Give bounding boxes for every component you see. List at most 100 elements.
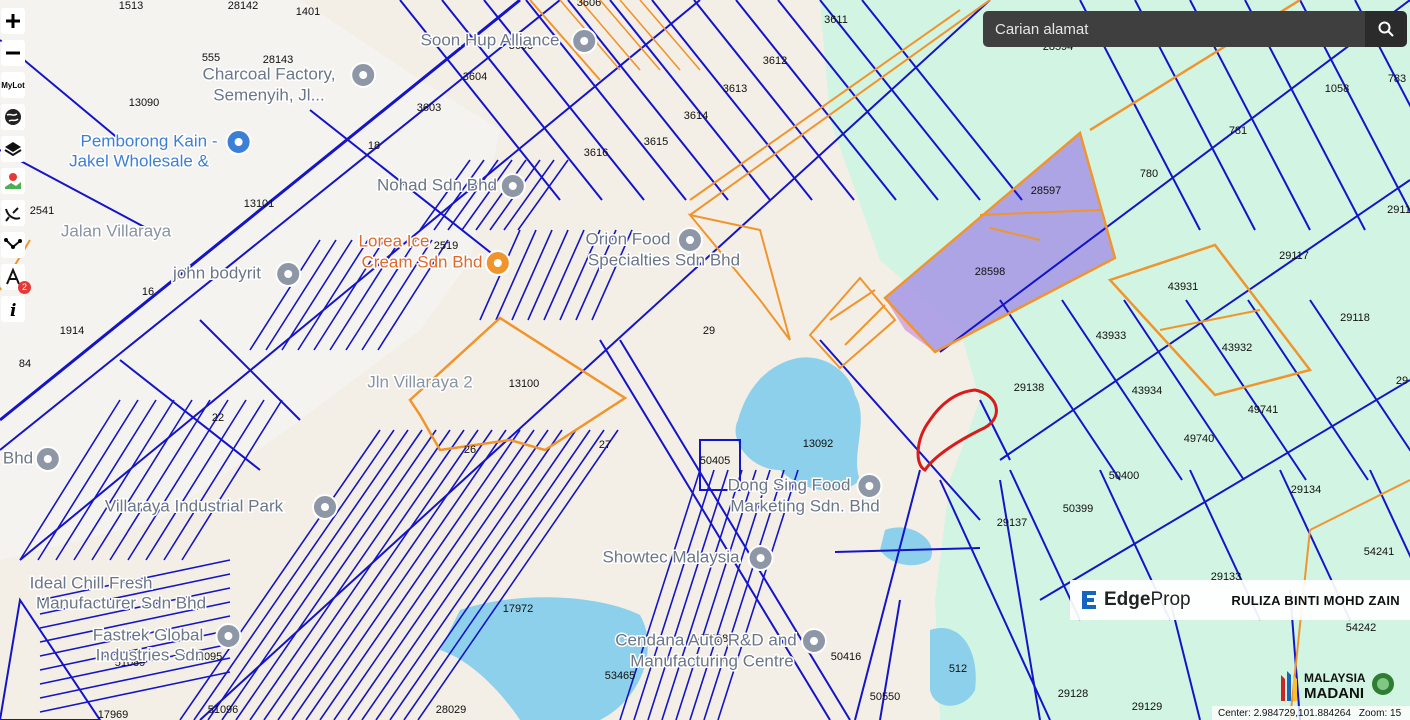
place-label[interactable]: Cream Sdn Bhd	[360, 251, 484, 273]
lot-number-label[interactable]: 2519	[434, 240, 458, 252]
place-label[interactable]: Specialties Sdn Bhd	[586, 249, 741, 271]
lot-number-label[interactable]: 512	[949, 663, 967, 675]
lot-number-label[interactable]: 51096	[208, 704, 239, 716]
lot-number-label[interactable]: 18	[368, 140, 380, 152]
lot-number-label[interactable]: 16	[142, 286, 154, 298]
lot-number-label-orange[interactable]: 28598	[975, 266, 1006, 278]
pond-east	[880, 527, 932, 566]
place-label[interactable]: Pemborong Kain -	[79, 130, 219, 152]
zoom-out-button[interactable]	[1, 40, 25, 66]
place-label[interactable]: Semenyih, Jl...	[212, 84, 327, 106]
place-label[interactable]: Manufacturer Sdn Bhd	[34, 592, 207, 614]
lot-number-label[interactable]: 3614	[684, 110, 708, 122]
lot-number-label[interactable]: 1914	[60, 325, 84, 337]
lot-number-label[interactable]: 50400	[1109, 470, 1140, 482]
place-label[interactable]: Lorea Ice	[357, 230, 431, 252]
lot-number-label[interactable]: 43933	[1096, 330, 1127, 342]
place-label[interactable]: Ideal Chill Fresh	[28, 572, 154, 594]
place-label[interactable]: john bodyrit	[171, 262, 263, 284]
search-input[interactable]	[983, 11, 1365, 47]
place-label[interactable]: Bhd	[1, 447, 34, 469]
lot-number-label[interactable]: 50405	[700, 455, 731, 467]
place-label[interactable]: Showtec Malaysia	[601, 546, 742, 568]
place-label[interactable]: Soon Hup Alliance	[419, 29, 561, 51]
map-pin-button[interactable]	[1, 168, 25, 194]
lot-number-label[interactable]: 783	[1388, 73, 1406, 85]
lot-number-label[interactable]: 50550	[870, 691, 901, 703]
lot-number-label[interactable]: 49741	[1248, 404, 1279, 416]
place-label[interactable]: Charcoal Factory,	[201, 63, 337, 85]
place-label[interactable]: Jakel Wholesale &	[68, 150, 212, 172]
lot-number-label[interactable]: 3604	[463, 71, 487, 83]
lot-number-label[interactable]: 29138	[1014, 382, 1045, 394]
lot-number-label[interactable]: 29118	[1340, 312, 1370, 324]
lot-number-label[interactable]: 781	[1229, 125, 1247, 137]
lot-number-label[interactable]: 2541	[30, 205, 54, 217]
lot-number-label[interactable]: 26	[464, 444, 476, 456]
lot-number-label[interactable]: 555	[202, 52, 220, 64]
lot-number-label[interactable]: 29	[1396, 375, 1408, 387]
place-label[interactable]: Dong Sing Food	[726, 474, 852, 496]
place-pin-dot	[234, 138, 243, 146]
lot-number-label[interactable]: 3615	[644, 136, 668, 148]
globe-button[interactable]	[1, 104, 25, 130]
lot-number-label[interactable]: 1513	[119, 0, 143, 12]
place-label[interactable]: Jalan Villaraya	[59, 220, 173, 242]
lot-number-label[interactable]: 29137	[997, 517, 1028, 529]
lot-number-label[interactable]: 3603	[417, 102, 441, 114]
lot-number-label[interactable]: 1058	[1325, 83, 1349, 95]
place-label[interactable]: Jln Villaraya 2	[366, 371, 475, 393]
place-label[interactable]: Manufacturing Centre	[629, 650, 795, 672]
lot-number-label[interactable]: 1401	[296, 6, 320, 18]
draw-line-button[interactable]	[1, 232, 25, 258]
lot-number-label[interactable]: 3613	[723, 83, 747, 95]
lot-number-label[interactable]: 29134	[1291, 484, 1322, 496]
lot-number-label[interactable]: 13090	[129, 97, 160, 109]
measure-button[interactable]	[1, 200, 25, 226]
lot-number-label[interactable]: 27	[599, 439, 611, 451]
info-button[interactable]: i	[1, 296, 25, 322]
lot-number-label[interactable]: 17972	[503, 603, 534, 615]
lot-number-label[interactable]: 780	[1140, 168, 1158, 180]
lot-number-label[interactable]: 50416	[831, 651, 862, 663]
lot-number-label[interactable]: 28029	[436, 704, 467, 716]
place-label[interactable]: Cendana Auto R&D and	[614, 629, 798, 651]
lot-number-label[interactable]: 13092	[803, 438, 834, 450]
lot-number-label[interactable]: 29129	[1132, 701, 1163, 713]
place-label[interactable]: Nohad Sdn Bhd	[375, 174, 498, 196]
lot-number-label-orange[interactable]: 43932	[1222, 342, 1253, 354]
place-label[interactable]: Orion Food	[584, 228, 672, 250]
lot-number-label-orange[interactable]: 28597	[1031, 185, 1062, 197]
lot-number-label[interactable]: 22	[212, 412, 224, 424]
mylot-button[interactable]: MyLot	[1, 72, 25, 98]
lot-number-label[interactable]: 28142	[228, 0, 259, 12]
lot-number-label[interactable]: 29117	[1279, 250, 1309, 262]
place-label[interactable]: Marketing Sdn. Bhd	[729, 495, 881, 517]
place-label[interactable]: Industries Sdn	[94, 644, 206, 666]
lot-number-label[interactable]: 3611	[824, 14, 848, 26]
place-label[interactable]: Villaraya Industrial Park	[103, 495, 285, 517]
lot-number-label[interactable]: 50399	[1063, 503, 1094, 515]
lot-number-label[interactable]: 29	[703, 325, 715, 337]
lot-number-label[interactable]: 84	[19, 358, 31, 370]
text-tool-button[interactable]: 2	[1, 264, 31, 294]
lot-number-label[interactable]: 54242	[1346, 622, 1377, 634]
lot-number-label[interactable]: 43934	[1132, 385, 1163, 397]
search-button[interactable]	[1365, 11, 1407, 47]
lot-number-label[interactable]: 13100	[509, 378, 540, 390]
place-label[interactable]: Fastrek Global	[91, 624, 205, 646]
zoom-in-button[interactable]	[1, 8, 25, 34]
lot-number-label[interactable]: 3612	[763, 55, 787, 67]
lot-number-label[interactable]: 29128	[1058, 688, 1089, 700]
layers-button[interactable]	[1, 136, 25, 162]
lot-number-label[interactable]: 49740	[1184, 433, 1215, 445]
lot-number-label-orange[interactable]: 43931	[1168, 281, 1199, 293]
map-toolbar: MyLot 2 i	[0, 8, 31, 322]
lot-number-label[interactable]: 17969	[98, 709, 129, 720]
lot-number-label[interactable]: 3616	[584, 147, 608, 159]
lot-number-label[interactable]: 53465	[605, 670, 636, 682]
lot-number-label[interactable]: 2911	[1387, 204, 1410, 216]
lot-number-label-orange[interactable]: 3606	[577, 0, 601, 9]
lot-number-label[interactable]: 54241	[1364, 546, 1395, 558]
lot-number-label[interactable]: 13101	[244, 198, 275, 210]
